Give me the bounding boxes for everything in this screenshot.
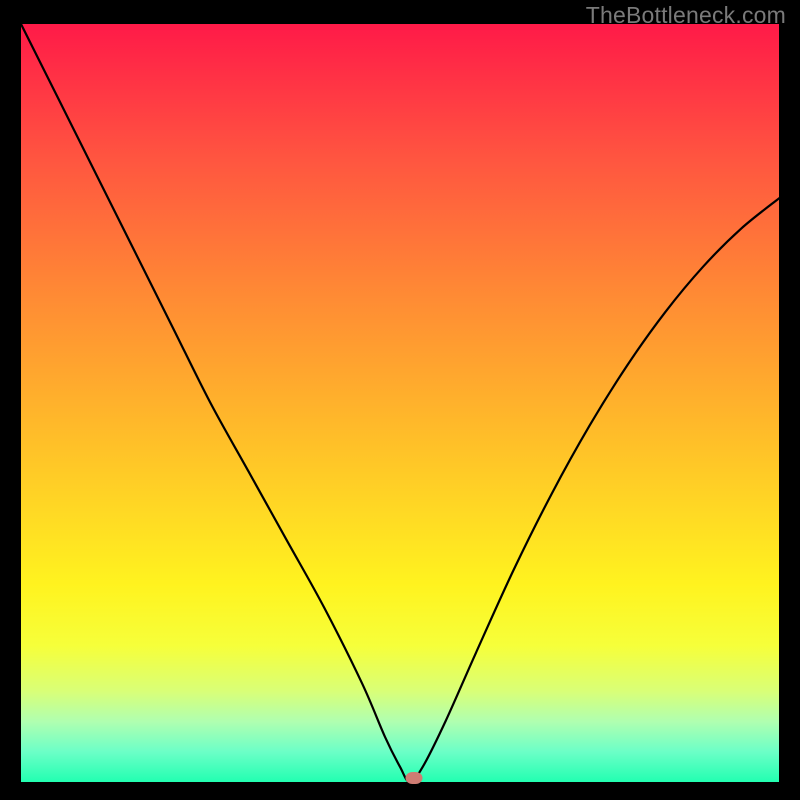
chart-frame: TheBottleneck.com xyxy=(0,0,800,800)
watermark-text: TheBottleneck.com xyxy=(586,2,786,29)
bottleneck-curve xyxy=(21,24,779,782)
optimum-marker xyxy=(405,772,422,784)
